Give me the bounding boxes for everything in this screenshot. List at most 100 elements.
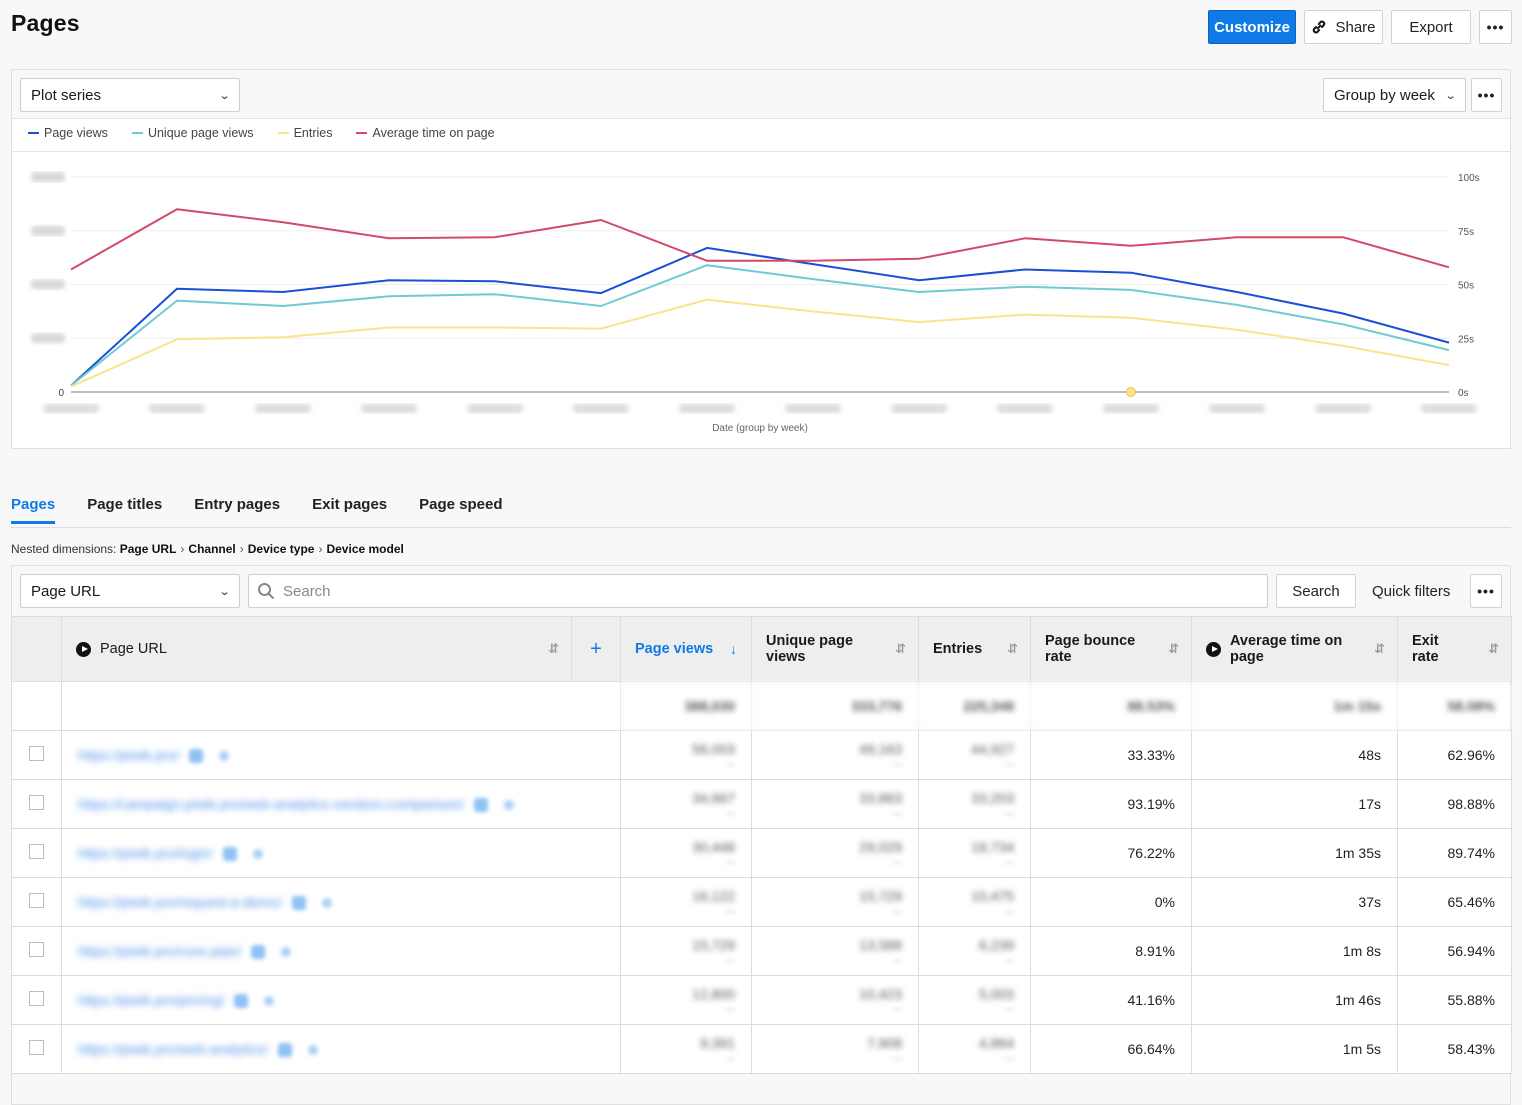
nested-dimension-item[interactable]: Page URL — [120, 542, 177, 556]
x-axis-tick-label-redacted — [255, 404, 311, 413]
tab-page-speed[interactable]: Page speed — [419, 496, 502, 524]
filter-icon[interactable] — [504, 800, 514, 810]
page-url-link[interactable]: https://piwik.pro/core-plan/ — [78, 943, 241, 959]
search-button[interactable]: Search — [1276, 574, 1356, 608]
sort-icon[interactable]: ⇵ — [1488, 641, 1497, 657]
table-row[interactable]: https://piwik.pro/pricing/12,800—10,423—… — [12, 976, 1512, 1025]
page-url-link[interactable]: https://campaign.piwik.pro/web-analytics… — [78, 796, 464, 812]
filter-icon[interactable] — [264, 996, 274, 1006]
page-views-cell: 30,448— — [621, 829, 752, 878]
filter-icon[interactable] — [308, 1045, 318, 1055]
row-checkbox-cell — [12, 878, 62, 927]
page-url-link[interactable]: https://piwik.pro/ — [78, 747, 179, 763]
sort-icon[interactable]: ⇵ — [1374, 641, 1383, 657]
table-row[interactable]: https://piwik.pro/core-plan/15,729—13,58… — [12, 927, 1512, 976]
external-link-icon[interactable] — [234, 994, 248, 1008]
bounce-rate-cell: 66.64% — [1031, 1025, 1192, 1074]
nested-dimension-item[interactable]: Channel — [188, 542, 235, 556]
filter-icon[interactable] — [219, 751, 229, 761]
add-dimension-button[interactable]: + — [572, 617, 621, 682]
page-url-link[interactable]: https://piwik.pro/request-a-demo/ — [78, 894, 282, 910]
row-checkbox[interactable] — [29, 991, 44, 1006]
column-header-unique-page-views[interactable]: Unique page views⇵ — [752, 617, 919, 682]
row-checkbox[interactable] — [29, 795, 44, 810]
external-link-icon[interactable] — [223, 847, 237, 861]
more-options-button[interactable]: ••• — [1479, 10, 1512, 44]
quick-filters-button[interactable]: Quick filters — [1372, 583, 1450, 600]
table-row[interactable]: https://piwik.pro/request-a-demo/16,122—… — [12, 878, 1512, 927]
chart-more-button[interactable]: ••• — [1471, 78, 1502, 112]
sort-desc-icon[interactable]: ↓ — [730, 641, 737, 657]
unique-share: — — [768, 1004, 902, 1014]
legend-item[interactable]: Entries — [278, 126, 333, 140]
column-header-page-url[interactable]: Page URL⇵ — [62, 617, 572, 682]
group-by-select[interactable]: Group by week ⌄ — [1323, 78, 1466, 112]
page-url-cell: https://piwik.pro/web-analytics/ — [62, 1025, 621, 1074]
page-url-link[interactable]: https://piwik.pro/web-analytics/ — [78, 1041, 268, 1057]
group-by-label: Group by week — [1334, 87, 1435, 104]
row-checkbox[interactable] — [29, 844, 44, 859]
filter-icon[interactable] — [253, 849, 263, 859]
nested-dimension-item[interactable]: Device type — [248, 542, 315, 556]
x-axis-tick-label-redacted — [1421, 404, 1477, 413]
column-header-page-views[interactable]: Page views↓ — [621, 617, 752, 682]
sort-icon[interactable]: ⇵ — [548, 641, 557, 657]
table-more-button[interactable]: ••• — [1470, 574, 1502, 608]
search-input[interactable]: Search — [248, 574, 1268, 608]
row-checkbox-cell — [12, 731, 62, 780]
row-checkbox[interactable] — [29, 1040, 44, 1055]
sort-icon[interactable]: ⇵ — [895, 641, 904, 657]
external-link-icon[interactable] — [251, 945, 265, 959]
page-url-link[interactable]: https://piwik.pro/pricing/ — [78, 992, 224, 1008]
page-views-value: 56,003 — [692, 741, 735, 757]
chevron-down-icon: ⌄ — [218, 585, 230, 598]
column-header-exit-rate[interactable]: Exit rate⇵ — [1398, 617, 1512, 682]
row-checkbox[interactable] — [29, 942, 44, 957]
column-header-bounce-rate[interactable]: Page bounce rate⇵ — [1031, 617, 1192, 682]
chevron-down-icon: ⌄ — [218, 89, 230, 102]
bounce-rate-cell: 76.22% — [1031, 829, 1192, 878]
exit-rate-cell: 65.46% — [1398, 878, 1512, 927]
column-header-entries[interactable]: Entries⇵ — [919, 617, 1031, 682]
entries-cell: 5,003— — [919, 976, 1031, 1025]
sort-icon[interactable]: ⇵ — [1007, 641, 1016, 657]
page-url-link[interactable]: https://piwik.pro/login/ — [78, 845, 213, 861]
breadcrumb-separator: › — [180, 542, 184, 556]
export-button[interactable]: Export — [1391, 10, 1471, 44]
external-link-icon[interactable] — [278, 1043, 292, 1057]
avg-time-cell: 17s — [1192, 780, 1398, 829]
table-row[interactable]: https://piwik.pro/login/30,448—29,029—18… — [12, 829, 1512, 878]
x-axis-tick-label-redacted — [785, 404, 841, 413]
legend-item[interactable]: Page views — [28, 126, 108, 140]
unique-page-views-cell: 15,729— — [752, 878, 919, 927]
entries-value: 4,864 — [979, 1035, 1014, 1051]
nested-dimension-item[interactable]: Device model — [326, 542, 403, 556]
external-link-icon[interactable] — [292, 896, 306, 910]
tab-entry-pages[interactable]: Entry pages — [194, 496, 280, 524]
tab-exit-pages[interactable]: Exit pages — [312, 496, 387, 524]
table-row[interactable]: https://campaign.piwik.pro/web-analytics… — [12, 780, 1512, 829]
table-row[interactable]: https://piwik.pro/56,003—49,163—44,927—3… — [12, 731, 1512, 780]
external-link-icon[interactable] — [474, 798, 488, 812]
share-button[interactable]: Share — [1304, 10, 1383, 44]
tab-pages[interactable]: Pages — [11, 496, 55, 524]
legend-item[interactable]: Average time on page — [356, 126, 494, 140]
tab-page-titles[interactable]: Page titles — [87, 496, 162, 524]
column-header-avg-time[interactable]: Average time on page⇵ — [1192, 617, 1398, 682]
external-link-icon[interactable] — [189, 749, 203, 763]
customize-button[interactable]: Customize — [1208, 10, 1296, 44]
filter-icon[interactable] — [281, 947, 291, 957]
page-views-share: — — [637, 1004, 735, 1014]
link-icon — [1311, 19, 1327, 35]
legend-item[interactable]: Unique page views — [132, 126, 254, 140]
row-checkbox[interactable] — [29, 746, 44, 761]
right-axis-tick-label: 100s — [1458, 173, 1480, 184]
page-views-value: 34,667 — [692, 790, 735, 806]
table-row[interactable]: https://piwik.pro/web-analytics/9,391—7,… — [12, 1025, 1512, 1074]
x-axis-tick-label-redacted — [1103, 404, 1159, 413]
filter-icon[interactable] — [322, 898, 332, 908]
dimension-select[interactable]: Page URL ⌄ — [20, 574, 240, 608]
sort-icon[interactable]: ⇵ — [1168, 641, 1177, 657]
plot-series-select[interactable]: Plot series ⌄ — [20, 78, 240, 112]
row-checkbox[interactable] — [29, 893, 44, 908]
